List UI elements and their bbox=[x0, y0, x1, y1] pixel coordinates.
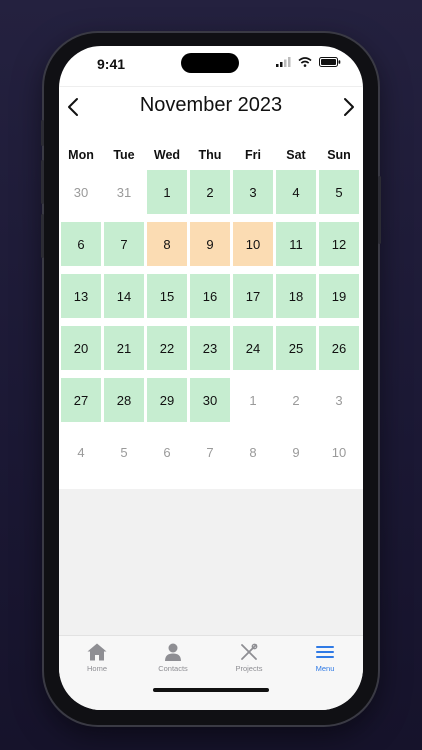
calendar-day-cell[interactable]: 29 bbox=[147, 378, 187, 422]
calendar-day-cell[interactable]: 22 bbox=[147, 326, 187, 370]
calendar-day-cell[interactable]: 5 bbox=[319, 170, 359, 214]
calendar-day-cell[interactable]: 23 bbox=[190, 326, 230, 370]
tab-projects[interactable]: Projects bbox=[211, 642, 287, 673]
tab-label: Menu bbox=[315, 664, 335, 673]
tab-home[interactable]: Home bbox=[59, 642, 135, 673]
tab-label: Projects bbox=[235, 664, 263, 673]
calendar-grid: 30 31 1 2 3 4 5 6 7 8 9 10 11 12 13 14 15 16 17 18 19 20 21 22 2… bbox=[59, 170, 363, 490]
calendar-day-cell[interactable]: 14 bbox=[104, 274, 144, 318]
calendar-day-cell[interactable]: 26 bbox=[319, 326, 359, 370]
month-title: November 2023 bbox=[139, 94, 283, 116]
signal-icon bbox=[276, 57, 291, 67]
calendar-day-cell[interactable]: 13 bbox=[61, 274, 101, 318]
calendar-day-cell[interactable]: 1 bbox=[147, 170, 187, 214]
calendar-day-cell[interactable]: 30 bbox=[61, 170, 101, 214]
battery-icon bbox=[319, 57, 341, 67]
calendar-day-cell[interactable]: 24 bbox=[233, 326, 273, 370]
calendar-day-cell[interactable]: 10 bbox=[233, 222, 273, 266]
calendar-day-cell[interactable]: 6 bbox=[147, 430, 187, 474]
calendar-day-cell[interactable]: 8 bbox=[147, 222, 187, 266]
phone-side-button bbox=[41, 120, 44, 146]
content-area bbox=[59, 489, 363, 635]
tab-label: Contacts bbox=[158, 664, 188, 673]
home-icon bbox=[87, 643, 107, 661]
calendar-day-cell[interactable]: 11 bbox=[276, 222, 316, 266]
status-time: 9:41 bbox=[97, 56, 126, 72]
calendar-day-cell[interactable]: 18 bbox=[276, 274, 316, 318]
calendar-day-cell[interactable]: 5 bbox=[104, 430, 144, 474]
calendar-day-cell[interactable]: 10 bbox=[319, 430, 359, 474]
weekday-label: Fri bbox=[245, 148, 261, 162]
calendar-day-cell[interactable]: 21 bbox=[104, 326, 144, 370]
weekday-label: Thu bbox=[198, 148, 222, 162]
calendar-day-cell[interactable]: 20 bbox=[61, 326, 101, 370]
tab-menu[interactable]: Menu bbox=[287, 642, 363, 673]
calendar-day-cell[interactable]: 7 bbox=[104, 222, 144, 266]
calendar-day-cell[interactable]: 2 bbox=[190, 170, 230, 214]
calendar-day-cell[interactable]: 1 bbox=[233, 378, 273, 422]
calendar-day-cell[interactable]: 16 bbox=[190, 274, 230, 318]
calendar-day-cell[interactable]: 19 bbox=[319, 274, 359, 318]
app-screen: 9:41 November 2023 Mon Tue Wed Thu Fri S… bbox=[59, 46, 363, 710]
menu-icon bbox=[316, 646, 334, 658]
calendar-day-cell[interactable]: 12 bbox=[319, 222, 359, 266]
calendar-day-cell[interactable]: 31 bbox=[104, 170, 144, 214]
calendar-day-cell[interactable]: 8 bbox=[233, 430, 273, 474]
tab-contacts[interactable]: Contacts bbox=[135, 642, 211, 673]
weekday-label: Wed bbox=[153, 148, 181, 162]
phone-side-button bbox=[41, 214, 44, 258]
calendar-day-cell[interactable]: 25 bbox=[276, 326, 316, 370]
calendar-day-cell[interactable]: 17 bbox=[233, 274, 273, 318]
weekday-label: Sun bbox=[327, 148, 351, 162]
calendar-day-cell[interactable]: 6 bbox=[61, 222, 101, 266]
person-icon bbox=[165, 643, 181, 661]
calendar-day-cell[interactable]: 30 bbox=[190, 378, 230, 422]
calendar-header: November 2023 bbox=[59, 86, 363, 126]
calendar-day-cell[interactable]: 4 bbox=[276, 170, 316, 214]
calendar-day-cell[interactable]: 15 bbox=[147, 274, 187, 318]
calendar-day-cell[interactable]: 27 bbox=[61, 378, 101, 422]
status-icons bbox=[276, 57, 341, 67]
phone-side-button bbox=[41, 160, 44, 204]
calendar-day-cell[interactable]: 28 bbox=[104, 378, 144, 422]
weekday-header-row: Mon Tue Wed Thu Fri Sat Sun bbox=[59, 148, 363, 164]
weekday-label: Sat bbox=[286, 148, 306, 162]
weekday-label: Tue bbox=[113, 148, 135, 162]
next-month-button[interactable] bbox=[337, 95, 361, 119]
calendar-day-cell[interactable]: 9 bbox=[190, 222, 230, 266]
calendar-day-cell[interactable]: 2 bbox=[276, 378, 316, 422]
tab-bar: Home Contacts Projects Menu bbox=[59, 635, 363, 710]
calendar-day-cell[interactable]: 3 bbox=[233, 170, 273, 214]
chevron-right-icon bbox=[344, 98, 354, 116]
phone-side-button bbox=[378, 176, 381, 244]
tools-icon bbox=[241, 643, 258, 660]
tab-label: Home bbox=[86, 664, 107, 673]
status-bar: 9:41 bbox=[59, 46, 363, 80]
calendar-day-cell[interactable]: 7 bbox=[190, 430, 230, 474]
weekday-label: Mon bbox=[68, 148, 94, 162]
dynamic-island bbox=[181, 53, 239, 73]
home-indicator bbox=[153, 688, 269, 692]
calendar-day-cell[interactable]: 3 bbox=[319, 378, 359, 422]
calendar-day-cell[interactable]: 9 bbox=[276, 430, 316, 474]
wifi-icon bbox=[298, 57, 312, 67]
calendar-day-cell[interactable]: 4 bbox=[61, 430, 101, 474]
